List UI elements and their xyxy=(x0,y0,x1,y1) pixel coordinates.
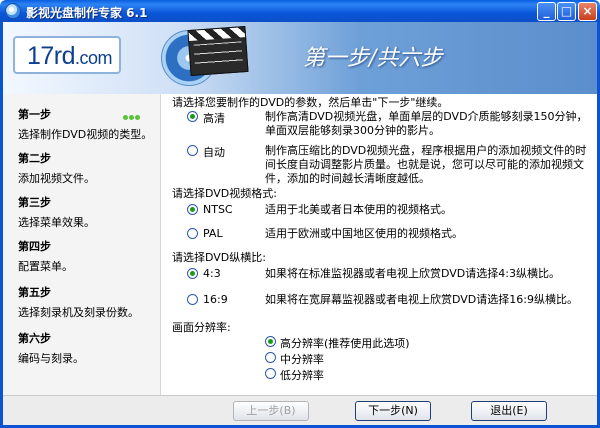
aspect-4-3-label[interactable]: 4:3 xyxy=(203,267,221,280)
radio-quality-hd[interactable] xyxy=(187,111,198,122)
wizard-footer: 上一步(B) 下一步(N) 退出(E) xyxy=(3,395,597,425)
quality-auto-desc: 制作高压缩比的DVD视频光盘，程序根据用户的添加视频文件的时间长度自动调整影片质… xyxy=(265,144,587,185)
next-button[interactable]: 下一步(N) xyxy=(355,401,431,421)
format-pal-desc: 适用于欧洲或中国地区使用的视频格式。 xyxy=(265,227,463,240)
aspect-16-9-label[interactable]: 16:9 xyxy=(203,293,228,306)
exit-button[interactable]: 退出(E) xyxy=(471,401,547,421)
current-step-indicator xyxy=(123,110,141,123)
resolution-low-label[interactable]: 低分辨率 xyxy=(280,367,324,383)
aspect-16-9-desc: 如果将在宽屏幕监视器或者电视上欣赏DVD请选择16:9纵横比。 xyxy=(265,293,578,306)
format-ntsc-desc: 适用于北美或者日本使用的视频格式。 xyxy=(265,203,452,216)
clapperboard-icon xyxy=(187,26,249,76)
aspect-heading: 请选择DVD纵横比: xyxy=(172,251,266,264)
sidebar-step-desc: 配置菜单。 xyxy=(18,260,73,273)
logo: 17rd.com xyxy=(13,36,121,74)
step-sidebar: 第一步 选择制作DVD视频的类型。 第二步 添加视频文件。 第三步 选择菜单效果… xyxy=(3,94,161,395)
wizard-header: 17rd.com 第一步/共六步 xyxy=(3,22,597,94)
sidebar-step-desc: 编码与刻录。 xyxy=(18,352,84,365)
aspect-4-3-desc: 如果将在标准监视器或者电视上欣赏DVD请选择4:3纵横比。 xyxy=(265,267,560,280)
minimize-button[interactable]: _ xyxy=(537,2,556,21)
sidebar-step-desc: 添加视频文件。 xyxy=(18,172,95,185)
sidebar-step-6: 第六步 编码与刻录。 xyxy=(18,330,84,366)
sidebar-step-3: 第三步 选择菜单效果。 xyxy=(18,194,95,230)
options-panel: 请选择您要制作的DVD的参数，然后单击"下一步"继续。 高清 制作高清DVD视频… xyxy=(162,94,597,395)
quality-hd-label[interactable]: 高清 xyxy=(203,110,225,126)
radio-resolution-medium[interactable] xyxy=(265,352,276,363)
sidebar-step-2: 第二步 添加视频文件。 xyxy=(18,150,95,186)
logo-suffix: .com xyxy=(75,48,113,68)
resolution-medium-label[interactable]: 中分辨率 xyxy=(280,351,324,367)
sidebar-step-5: 第五步 选择刻录机及刻录份数。 xyxy=(18,284,139,320)
format-heading: 请选择DVD视频格式: xyxy=(172,187,277,200)
sidebar-step-desc: 选择刻录机及刻录份数。 xyxy=(18,306,139,319)
radio-quality-auto[interactable] xyxy=(187,145,198,156)
logo-text: 17rd xyxy=(27,42,76,70)
radio-aspect-16-9[interactable] xyxy=(187,294,198,305)
sidebar-step-4: 第四步 配置菜单。 xyxy=(18,238,73,274)
sidebar-step-desc: 选择菜单效果。 xyxy=(18,216,95,229)
radio-resolution-low[interactable] xyxy=(265,368,276,379)
sidebar-step-title: 第四步 xyxy=(18,240,51,253)
step-title: 第一步/共六步 xyxy=(303,46,443,71)
radio-format-ntsc[interactable] xyxy=(187,204,198,215)
window-title: 影视光盘制作专家 6.1 xyxy=(26,6,148,20)
sidebar-step-title: 第五步 xyxy=(18,286,51,299)
sidebar-step-title: 第三步 xyxy=(18,196,51,209)
title-bar[interactable]: 影视光盘制作专家 6.1 _ □ × xyxy=(0,0,600,22)
format-pal-label[interactable]: PAL xyxy=(203,227,223,240)
maximize-button[interactable]: □ xyxy=(557,2,576,21)
format-ntsc-label[interactable]: NTSC xyxy=(203,203,233,216)
resolution-high-label[interactable]: 高分辨率(推荐使用此选项) xyxy=(280,335,410,351)
resolution-heading: 画面分辨率: xyxy=(172,321,231,334)
radio-aspect-4-3[interactable] xyxy=(187,268,198,279)
sidebar-step-desc: 选择制作DVD视频的类型。 xyxy=(18,128,153,141)
sidebar-step-title: 第六步 xyxy=(18,332,51,345)
sidebar-step-title: 第二步 xyxy=(18,152,51,165)
quality-auto-label[interactable]: 自动 xyxy=(203,144,225,160)
radio-format-pal[interactable] xyxy=(187,228,198,239)
radio-resolution-high[interactable] xyxy=(265,336,276,347)
close-button[interactable]: × xyxy=(578,2,597,21)
quality-hd-desc: 制作高清DVD视频光盘，单面单层的DVD介质能够刻录150分钟，单面双层能够刻录… xyxy=(265,110,588,137)
intro-text: 请选择您要制作的DVD的参数，然后单击"下一步"继续。 xyxy=(172,96,449,109)
previous-button[interactable]: 上一步(B) xyxy=(233,401,309,421)
disc-icon xyxy=(5,3,21,19)
